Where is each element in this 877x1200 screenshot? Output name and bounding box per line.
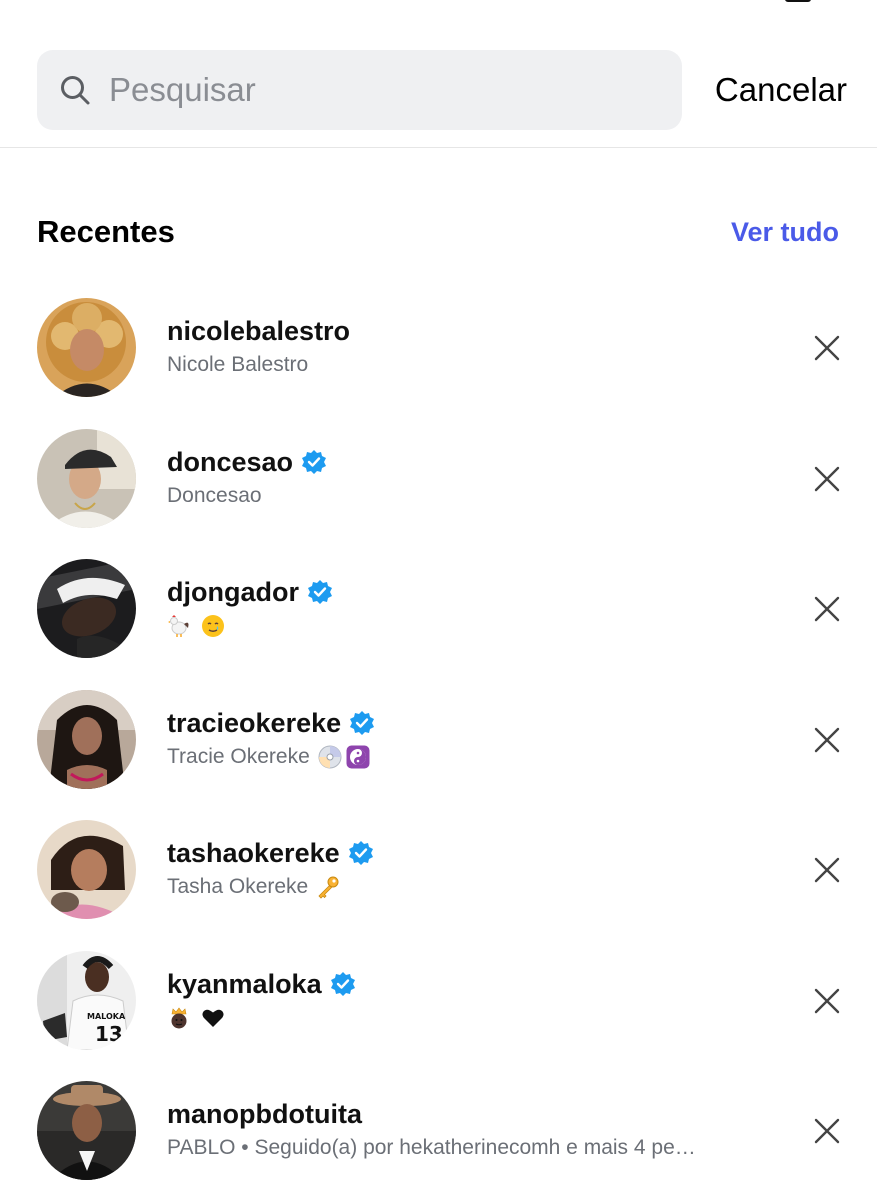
verified-badge-icon <box>348 841 373 865</box>
username-row: manopbdotuita <box>167 1097 362 1131</box>
avatar[interactable] <box>37 428 136 528</box>
avatar[interactable] <box>37 1081 136 1180</box>
cd-disc-emoji <box>318 745 342 769</box>
verified-badge-icon <box>350 710 375 735</box>
recent-header: Recentes Ver tudo <box>37 210 839 254</box>
username[interactable]: djongador <box>167 575 299 609</box>
crying-smile-emoji <box>201 615 224 638</box>
yin-yang-emoji <box>346 745 370 769</box>
recent-list: nicolebalestro Nicole Balestro doncesao <box>0 282 877 1196</box>
full-name: Nicole Balestro <box>167 353 309 376</box>
remove-icon[interactable] <box>811 332 843 364</box>
username[interactable]: manopbdotuita <box>167 1097 362 1131</box>
list-item[interactable]: MALOKA 13 kyanmaloka <box>0 935 877 1066</box>
svg-text:13: 13 <box>95 1022 123 1046</box>
status-bar-remnant <box>0 0 877 2</box>
search-icon <box>61 76 90 105</box>
list-item[interactable]: doncesao Doncesao <box>0 413 877 544</box>
username[interactable]: nicolebalestro <box>167 314 350 348</box>
search-row: Cancelar <box>37 50 847 130</box>
username[interactable]: tashaokereke <box>167 836 340 870</box>
search-box[interactable] <box>37 50 682 130</box>
username-row: doncesao <box>167 445 327 479</box>
avatar[interactable] <box>37 559 136 658</box>
full-name: Tracie Okereke <box>167 742 370 772</box>
list-item[interactable]: nicolebalestro Nicole Balestro <box>0 282 877 413</box>
remove-icon[interactable] <box>811 854 843 886</box>
username-row: kyanmaloka <box>167 967 356 1001</box>
username[interactable]: kyanmaloka <box>167 967 322 1001</box>
avatar[interactable] <box>37 820 136 919</box>
avatar[interactable] <box>37 689 136 789</box>
username[interactable]: doncesao <box>167 445 293 479</box>
see-all-link[interactable]: Ver tudo <box>731 210 839 254</box>
full-name: Doncesao <box>167 483 262 507</box>
avatar[interactable]: MALOKA 13 <box>37 950 136 1050</box>
list-item[interactable]: manopbdotuita PABLO • Seguido(a) por hek… <box>0 1065 877 1196</box>
avatar[interactable] <box>37 298 136 397</box>
full-name: Tasha Okereke <box>167 872 340 902</box>
verified-badge-icon <box>307 580 332 604</box>
username-row: tashaokereke <box>167 836 374 870</box>
search-input[interactable] <box>109 50 649 130</box>
remove-icon[interactable] <box>811 724 843 756</box>
remove-icon[interactable] <box>811 1115 843 1147</box>
divider <box>0 147 877 148</box>
rooster-emoji <box>168 615 189 638</box>
verified-badge-icon <box>302 449 327 474</box>
remove-icon[interactable] <box>811 985 843 1017</box>
list-item[interactable]: tracieokereke Tracie Okereke <box>0 674 877 805</box>
battery-icon <box>785 0 811 2</box>
username[interactable]: tracieokereke <box>167 706 341 740</box>
svg-text:MALOKA: MALOKA <box>87 1012 126 1021</box>
crowned-face-emoji <box>171 1007 187 1029</box>
key-emoji <box>318 876 339 900</box>
remove-icon[interactable] <box>811 463 843 495</box>
bio-emojis <box>167 611 225 641</box>
black-heart-emoji <box>202 1009 224 1027</box>
list-item[interactable]: djongador <box>0 543 877 674</box>
list-item[interactable]: tashaokereke Tasha Okereke <box>0 804 877 935</box>
full-name: PABLO • Seguido(a) por hekatherinecomh e… <box>167 1136 696 1159</box>
username-row: djongador <box>167 575 333 609</box>
bio-emojis <box>167 1003 225 1033</box>
username-row: tracieokereke <box>167 706 375 740</box>
username-row: nicolebalestro <box>167 314 350 348</box>
recent-title: Recentes <box>37 214 175 249</box>
cancel-button[interactable]: Cancelar <box>715 50 847 130</box>
verified-badge-icon <box>330 971 355 996</box>
remove-icon[interactable] <box>811 593 843 625</box>
